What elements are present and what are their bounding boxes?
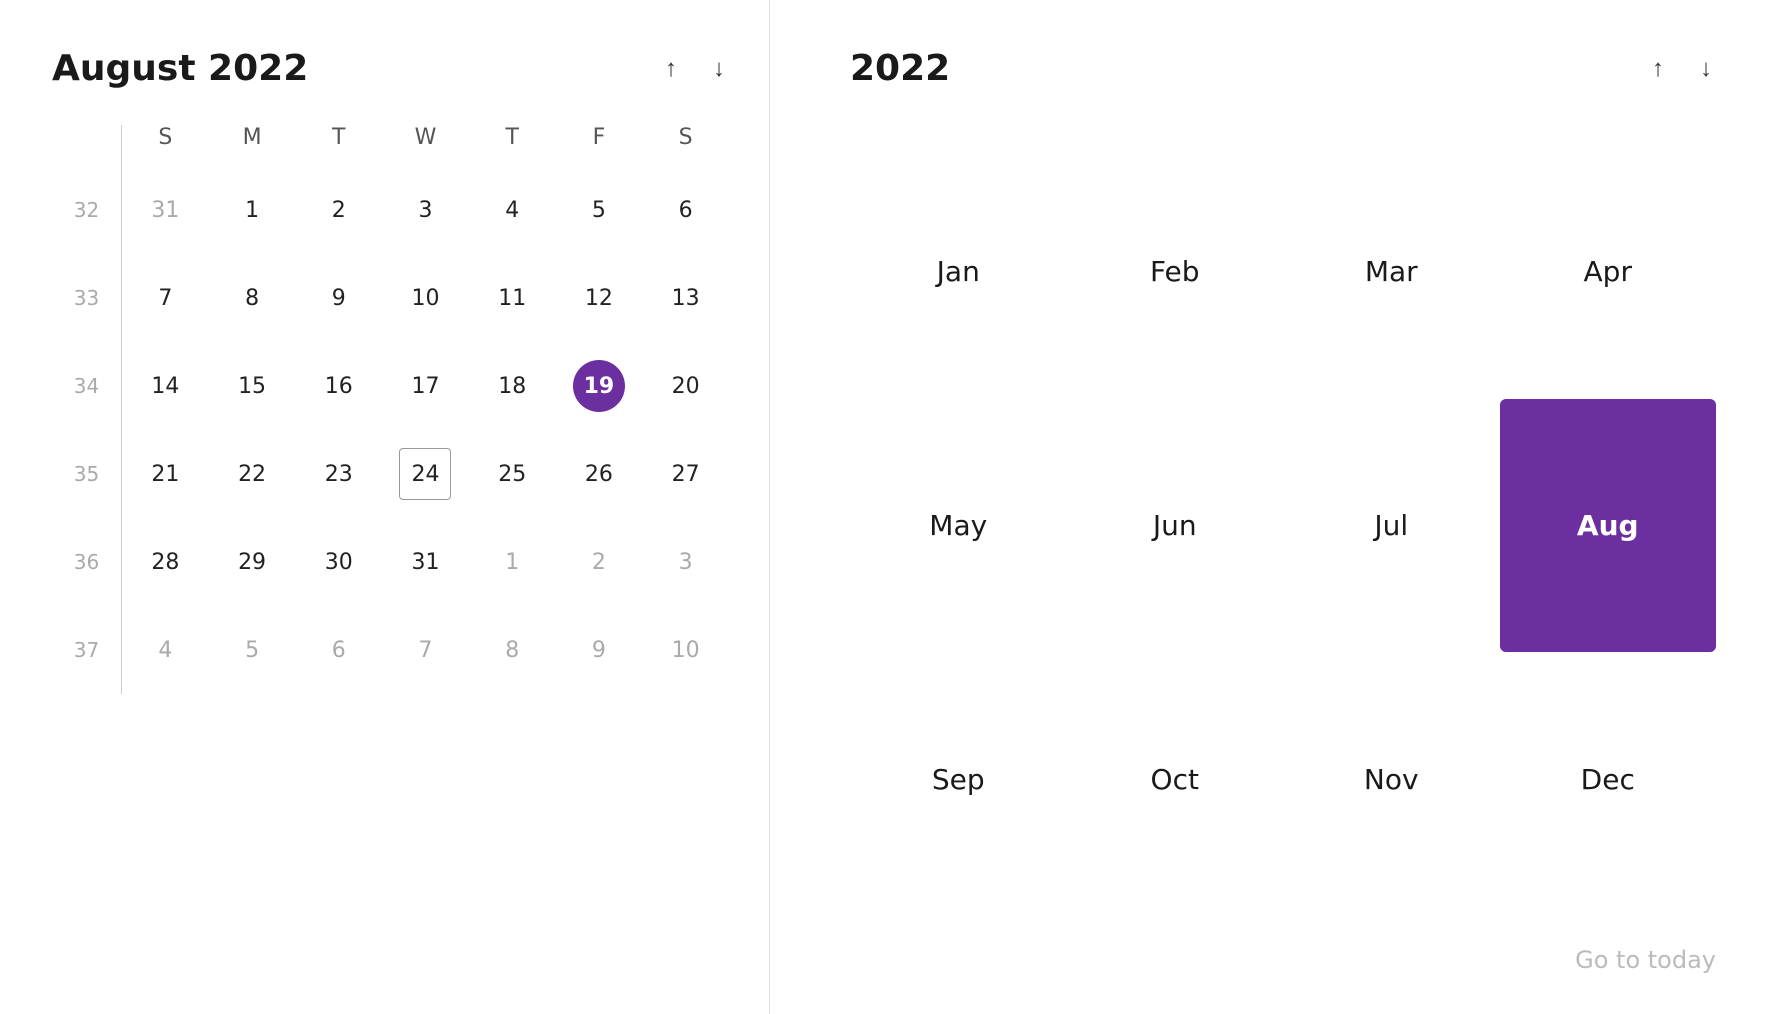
day-cell-w0-d2[interactable]: 2 — [295, 166, 382, 254]
day-cell-w5-d3[interactable]: 7 — [382, 606, 469, 694]
month-cell-apr[interactable]: Apr — [1500, 145, 1717, 399]
month-cell-may[interactable]: May — [850, 399, 1067, 653]
day-cell-w5-d4[interactable]: 8 — [469, 606, 556, 694]
day-header-S2: S — [642, 125, 729, 166]
day-calendar-down-arrow[interactable]: ↓ — [709, 53, 729, 85]
day-cell-w4-d0[interactable]: 28 — [122, 518, 209, 606]
day-cell-w5-d5[interactable]: 9 — [556, 606, 643, 694]
year-calendar-title: 2022 — [850, 48, 950, 89]
day-cell-w3-d6[interactable]: 27 — [642, 430, 729, 518]
day-cell-w1-d2[interactable]: 9 — [295, 254, 382, 342]
month-cell-sep[interactable]: Sep — [850, 652, 1067, 906]
month-cell-dec[interactable]: Dec — [1500, 652, 1717, 906]
day-cell-w5-d0[interactable]: 4 — [122, 606, 209, 694]
day-cell-w1-d5[interactable]: 12 — [556, 254, 643, 342]
day-cell-w5-d2[interactable]: 6 — [295, 606, 382, 694]
day-cell-w0-d1[interactable]: 1 — [209, 166, 296, 254]
day-cell-w1-d3[interactable]: 10 — [382, 254, 469, 342]
day-header-T2: T — [469, 125, 556, 166]
year-calendar-up-arrow[interactable]: ↑ — [1648, 53, 1668, 85]
month-cell-mar[interactable]: Mar — [1283, 145, 1500, 399]
day-cell-w4-d1[interactable]: 29 — [209, 518, 296, 606]
day-cell-w2-d6[interactable]: 20 — [642, 342, 729, 430]
month-cell-jul[interactable]: Jul — [1283, 399, 1500, 653]
month-cell-nov[interactable]: Nov — [1283, 652, 1500, 906]
day-cell-w4-d2[interactable]: 30 — [295, 518, 382, 606]
week-num-header — [52, 125, 122, 166]
month-cell-jan[interactable]: Jan — [850, 145, 1067, 399]
month-cell-jun[interactable]: Jun — [1067, 399, 1284, 653]
day-cell-w2-d2[interactable]: 16 — [295, 342, 382, 430]
day-cell-w3-d5[interactable]: 26 — [556, 430, 643, 518]
day-cell-w2-d0[interactable]: 14 — [122, 342, 209, 430]
year-calendar-down-arrow[interactable]: ↓ — [1696, 53, 1716, 85]
month-cell-feb[interactable]: Feb — [1067, 145, 1284, 399]
day-cell-w3-d2[interactable]: 23 — [295, 430, 382, 518]
go-to-today-container: Go to today — [850, 946, 1716, 974]
day-cell-w2-d1[interactable]: 15 — [209, 342, 296, 430]
day-header-T1: T — [295, 125, 382, 166]
day-cell-w3-d0[interactable]: 21 — [122, 430, 209, 518]
week-num-34: 34 — [52, 342, 122, 430]
day-cell-w1-d0[interactable]: 7 — [122, 254, 209, 342]
go-to-today-button[interactable]: Go to today — [1575, 946, 1716, 974]
day-header-W: W — [382, 125, 469, 166]
week-num-32: 32 — [52, 166, 122, 254]
day-cell-w0-d6[interactable]: 6 — [642, 166, 729, 254]
day-cell-w3-d1[interactable]: 22 — [209, 430, 296, 518]
day-grid: S M T W T F S 32311234563378910111213341… — [52, 125, 729, 694]
month-grid: JanFebMarApr MayJunJulAug SepOctNovDec — [850, 145, 1716, 906]
day-cell-w1-d4[interactable]: 11 — [469, 254, 556, 342]
day-cell-w5-d6[interactable]: 10 — [642, 606, 729, 694]
day-header-M: M — [209, 125, 296, 166]
day-calendar-up-arrow[interactable]: ↑ — [661, 53, 681, 85]
day-calendar-nav: ↑ ↓ — [661, 53, 729, 85]
day-cell-w2-d5[interactable]: 19 — [556, 342, 643, 430]
week-num-35: 35 — [52, 430, 122, 518]
day-cell-w0-d4[interactable]: 4 — [469, 166, 556, 254]
day-cell-w4-d4[interactable]: 1 — [469, 518, 556, 606]
day-cell-w4-d6[interactable]: 3 — [642, 518, 729, 606]
day-cell-w4-d5[interactable]: 2 — [556, 518, 643, 606]
day-cell-w2-d4[interactable]: 18 — [469, 342, 556, 430]
year-calendar-content: 2022 ↑ ↓ JanFebMarApr MayJunJulAug SepOctN… — [850, 48, 1716, 974]
week-num-36: 36 — [52, 518, 122, 606]
day-header-S1: S — [122, 125, 209, 166]
month-cell-oct[interactable]: Oct — [1067, 652, 1284, 906]
day-calendar-header: August 2022 ↑ ↓ — [52, 48, 729, 89]
week-num-33: 33 — [52, 254, 122, 342]
day-calendar-panel: August 2022 ↑ ↓ S M T W T F S 3231123456… — [0, 0, 770, 1014]
day-cell-w4-d3[interactable]: 31 — [382, 518, 469, 606]
day-cell-w1-d1[interactable]: 8 — [209, 254, 296, 342]
day-cell-w2-d3[interactable]: 17 — [382, 342, 469, 430]
year-calendar-panel: 2022 ↑ ↓ JanFebMarApr MayJunJulAug SepOctN… — [770, 0, 1776, 1014]
day-cell-w0-d5[interactable]: 5 — [556, 166, 643, 254]
day-cell-w1-d6[interactable]: 13 — [642, 254, 729, 342]
week-num-37: 37 — [52, 606, 122, 694]
day-cell-w3-d3[interactable]: 24 — [382, 430, 469, 518]
month-cell-aug[interactable]: Aug — [1500, 399, 1717, 653]
day-calendar-title: August 2022 — [52, 48, 308, 89]
day-header-F: F — [556, 125, 643, 166]
day-cell-w3-d4[interactable]: 25 — [469, 430, 556, 518]
year-calendar-nav: ↑ ↓ — [1648, 53, 1716, 85]
year-calendar-header: 2022 ↑ ↓ — [850, 48, 1716, 89]
day-cell-w0-d3[interactable]: 3 — [382, 166, 469, 254]
day-cell-w0-d0[interactable]: 31 — [122, 166, 209, 254]
day-cell-w5-d1[interactable]: 5 — [209, 606, 296, 694]
